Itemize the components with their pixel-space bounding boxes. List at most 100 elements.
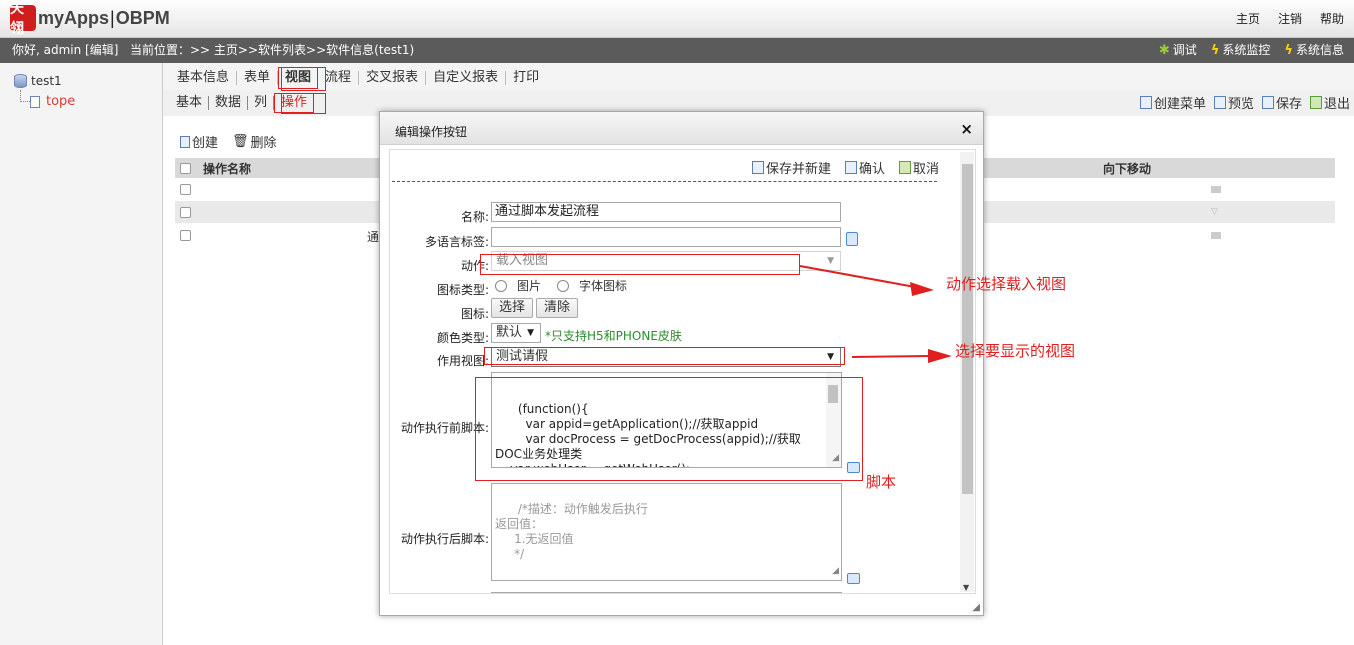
move-down-icon[interactable] (1211, 232, 1221, 239)
tree-child-node[interactable]: tope (30, 94, 75, 109)
page-icon (30, 95, 40, 108)
row-name-cell: 通 (367, 230, 380, 244)
annotation-box-script (475, 377, 863, 481)
name-field[interactable]: 通过脚本发起流程 (491, 202, 841, 222)
preview-icon (1213, 96, 1226, 109)
annotation-action-note: 动作选择载入视图 (946, 275, 1067, 293)
dialog-actions: 保存并新建 确认 取消 (751, 158, 939, 177)
save-and-new-button[interactable]: 保存并新建 (751, 158, 831, 177)
create-menu-button[interactable]: 创建菜单 (1139, 93, 1206, 112)
row-checkbox[interactable] (180, 183, 191, 195)
dialog-titlebar[interactable]: 编辑操作按钮 × (380, 112, 983, 145)
cancel-button[interactable]: 取消 (898, 158, 939, 177)
save-icon (751, 161, 764, 174)
user-greeting[interactable]: 你好, admin [编辑] (12, 38, 118, 63)
logo-mark: 天翎 (10, 1, 36, 37)
annotation-box-view (484, 347, 845, 365)
dialog-scrollbar[interactable]: ▼ (960, 152, 974, 592)
next-field[interactable] (491, 592, 842, 593)
subtab-data[interactable]: 数据 (209, 96, 249, 110)
code-edit-icon[interactable] (847, 573, 860, 584)
i18n-label: 多语言标签: (424, 235, 489, 249)
lightning-icon: ϟ (1284, 43, 1293, 58)
bug-icon: ✱ (1158, 43, 1170, 58)
debug-tool[interactable]: ✱ 调试 (1159, 38, 1197, 63)
select-all-checkbox[interactable] (180, 162, 191, 174)
annotation-script-note: 脚本 (866, 473, 897, 491)
after-script-editor[interactable]: /*描述：动作触发后执行 返回值： 1.无返回值 */ ◢ (491, 483, 842, 581)
annotation-view-note: 选择要显示的视图 (955, 342, 1076, 360)
dialog-body: 保存并新建 确认 取消 名称: 通过脚本发起流程 多语言标签: 动作: 载入视图… (389, 149, 976, 594)
breadcrumb: 当前位置：>> 主页>>软件列表>>软件信息(test1) (130, 43, 415, 57)
row-checkbox[interactable] (180, 206, 191, 218)
after-script-label: 动作执行后脚本: (400, 532, 489, 546)
product-name: OBPM (115, 7, 170, 28)
tab-cross-report[interactable]: 交叉报表 (359, 71, 427, 85)
choose-icon-button[interactable]: 选择 (491, 298, 534, 318)
save-icon (1261, 96, 1274, 109)
lightning-icon: ϟ (1210, 43, 1220, 58)
exit-icon (1309, 96, 1322, 109)
tab-basic-info[interactable]: 基本信息 (170, 71, 238, 85)
logout-link[interactable]: 注销 (1278, 10, 1302, 27)
save-icon (844, 161, 857, 174)
new-doc-icon (180, 135, 190, 148)
menu-icon (1139, 96, 1152, 109)
clear-icon-button[interactable]: 清除 (536, 298, 579, 318)
column-move-down-header: 向下移动 (1103, 161, 1152, 176)
save-button[interactable]: 保存 (1261, 93, 1302, 112)
edit-icon[interactable] (846, 232, 858, 246)
view-label: 作用视图: (436, 354, 489, 368)
top-header: 天翎 myApps|OBPM 主页 注销 帮助 (0, 0, 1354, 38)
annotation-box-view-tab (281, 67, 326, 91)
chevron-down-icon: ▼ (827, 256, 834, 266)
help-link[interactable]: 帮助 (1320, 10, 1344, 27)
home-link[interactable]: 主页 (1236, 10, 1260, 27)
resize-handle-icon[interactable]: ◢ (832, 564, 839, 579)
divider (392, 181, 937, 182)
list-toolbar: 创建 🗑 删除 (180, 132, 277, 151)
main-tabs: 基本信息 表单 视图 流程 交叉报表 自定义报表 打印 (170, 66, 546, 90)
tree-connector (20, 90, 30, 102)
status-bar: 你好, admin [编辑] 当前位置：>> 主页>>软件列表>>软件信息(te… (0, 38, 1354, 63)
system-info-tool[interactable]: ϟ 系统信息 (1284, 38, 1344, 63)
exit-button[interactable]: 退出 (1309, 93, 1350, 112)
subtab-basic[interactable]: 基本 (170, 96, 210, 110)
database-icon (14, 74, 27, 88)
icon-type-font-radio[interactable] (557, 279, 570, 292)
row-checkbox[interactable] (180, 229, 191, 241)
annotation-box-operation-tab (281, 93, 326, 114)
chevron-down-icon: ▼ (527, 328, 534, 338)
color-type-label: 颜色类型: (436, 331, 489, 345)
create-button[interactable]: 创建 (180, 132, 218, 151)
i18n-field[interactable] (491, 227, 841, 247)
system-monitor-tool[interactable]: ϟ 系统监控 (1211, 38, 1271, 63)
annotation-box-action (480, 254, 800, 275)
subtab-column[interactable]: 列 (248, 96, 275, 110)
left-tree-pane: test1 tope (0, 63, 163, 645)
icon-type-label: 图标类型: (436, 283, 489, 297)
brand-name: myApps (38, 7, 110, 28)
tab-print[interactable]: 打印 (506, 71, 546, 85)
color-type-select[interactable]: 默认 ▼ (491, 323, 541, 343)
tab-custom-report[interactable]: 自定义报表 (426, 71, 507, 85)
color-note: *只支持H5和PHONE皮肤 (545, 329, 682, 343)
cancel-icon (898, 161, 911, 174)
delete-button[interactable]: 🗑 删除 (232, 132, 277, 151)
trash-icon: 🗑 (232, 134, 249, 149)
move-down-icon[interactable] (1211, 186, 1221, 193)
chevron-down-icon[interactable]: ▼ (963, 583, 969, 592)
resize-grip-icon[interactable]: ◢ (972, 602, 980, 613)
icon-type-image-radio[interactable] (495, 279, 507, 292)
confirm-button[interactable]: 确认 (844, 158, 885, 177)
tree-root-node[interactable]: test1 (14, 74, 62, 88)
column-name-header: 操作名称 (203, 161, 252, 176)
view-actions: 创建菜单 预览 保存 退出 (1139, 93, 1350, 112)
name-label: 名称: (460, 210, 489, 224)
close-icon[interactable]: × (960, 120, 973, 138)
top-links: 主页 注销 帮助 (1236, 10, 1344, 27)
dialog-title: 编辑操作按钮 (395, 125, 468, 139)
preview-button[interactable]: 预览 (1213, 93, 1254, 112)
move-down-icon[interactable]: ▽ (1211, 207, 1218, 217)
tab-form[interactable]: 表单 (237, 71, 279, 85)
